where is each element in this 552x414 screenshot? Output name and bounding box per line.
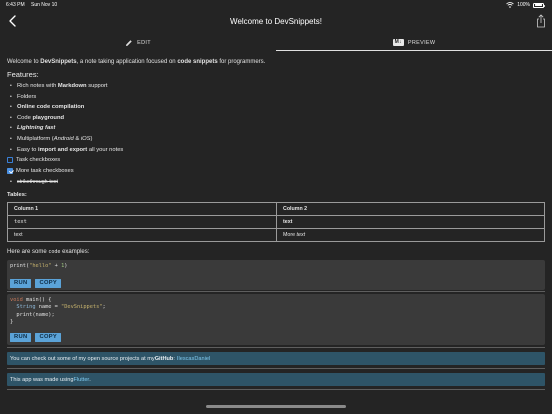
tab-preview-indicator — [276, 49, 552, 51]
markdown-icon: M↓ — [392, 39, 404, 46]
table-header-cell: Column 2 — [276, 202, 545, 216]
table-cell: text — [7, 228, 277, 242]
table-cell: More text — [276, 228, 545, 242]
navigation-bar: Welcome to DevSnippets! — [0, 10, 552, 33]
copy-button[interactable]: COPY — [35, 279, 62, 288]
code-actions: RUN COPY — [10, 333, 62, 342]
battery-icon — [533, 2, 545, 8]
copy-button[interactable]: COPY — [35, 333, 62, 342]
tables-heading: Tables: — [7, 192, 27, 198]
home-indicator[interactable] — [206, 405, 346, 408]
divider — [7, 291, 545, 292]
run-button[interactable]: RUN — [10, 279, 32, 288]
code-block: void main() { String name = "DevSnippets… — [7, 294, 545, 345]
status-date: Sun Nov 10 — [31, 2, 58, 8]
status-time: 6:43 PM — [6, 2, 25, 8]
intro-text: Welcome to — [7, 59, 41, 65]
status-right: 100% — [506, 2, 545, 8]
code-block: print("hello" + 1) RUN COPY — [7, 260, 545, 290]
task-checkbox-checked[interactable] — [7, 167, 13, 174]
table-header-cell: Column 1 — [7, 202, 277, 216]
strikethrough-item: strikethrough-text — [7, 179, 58, 185]
table-row: text More text — [7, 228, 545, 242]
table-header-row: Column 1 Column 2 — [7, 202, 545, 216]
info-note: You can check out some of my open source… — [7, 352, 545, 365]
table-cell: text — [7, 215, 277, 229]
code-snippet: void main() { String name = "DevSnippets… — [10, 297, 106, 325]
task-label: Task checkboxes — [16, 156, 61, 163]
features-heading: Features: — [7, 70, 39, 79]
list-item: Rich notes with Markdown support — [7, 81, 123, 92]
list-item: Multiplatform (Android & iOS) — [7, 134, 123, 145]
editor-tabs: EDIT M↓ PREVIEW — [0, 34, 552, 51]
share-icon[interactable] — [535, 14, 547, 28]
table-cell: text — [276, 215, 545, 229]
tab-edit-label: EDIT — [137, 39, 151, 46]
tab-edit[interactable]: EDIT — [0, 34, 276, 51]
divider — [7, 389, 545, 390]
intro-text: for programmers. — [217, 59, 266, 65]
run-button[interactable]: RUN — [10, 333, 32, 342]
features-list: Rich notes with Markdown support Folders… — [7, 81, 123, 155]
flutter-link[interactable]: Flutter — [73, 377, 89, 383]
github-link[interactable]: IlescasDaniel — [177, 356, 210, 362]
intro-paragraph: Welcome to DevSnippets, a note taking ap… — [7, 58, 265, 66]
code-snippet: print("hello" + 1) — [10, 263, 68, 269]
info-note: This app was made using Flutter. — [7, 373, 545, 386]
divider — [7, 368, 545, 369]
markdown-table: Column 1 Column 2 text text text More te… — [7, 202, 545, 242]
status-bar: 6:43 PM Sun Nov 10 100% — [0, 0, 552, 10]
tab-preview-label: PREVIEW — [407, 39, 436, 46]
battery-percent: 100% — [517, 2, 530, 8]
code-actions: RUN COPY — [10, 279, 62, 288]
page-title: Welcome to DevSnippets! — [230, 17, 322, 26]
list-item: Online code compilation — [7, 102, 123, 113]
intro-bold: code snippets — [177, 59, 218, 65]
code-examples-label: Here are some code examples: — [7, 249, 90, 255]
pencil-icon — [126, 39, 132, 46]
list-item: Folders — [7, 92, 123, 103]
list-item: Easy to import and export all your notes — [7, 145, 123, 156]
task-item: More task checkboxes — [7, 166, 74, 175]
table-row: text text — [7, 215, 545, 229]
list-item: Code playground — [7, 113, 123, 124]
tab-preview[interactable]: M↓ PREVIEW — [276, 34, 552, 51]
task-item: Task checkboxes — [7, 155, 60, 164]
intro-app-name: DevSnippets — [40, 59, 77, 65]
wifi-icon — [506, 2, 514, 8]
task-label: More task checkboxes — [16, 167, 74, 174]
list-item: Lightning fast — [7, 123, 123, 134]
intro-text: , a note taking application focused on — [76, 59, 178, 65]
divider — [7, 347, 545, 348]
task-checkbox-unchecked[interactable] — [7, 156, 13, 163]
